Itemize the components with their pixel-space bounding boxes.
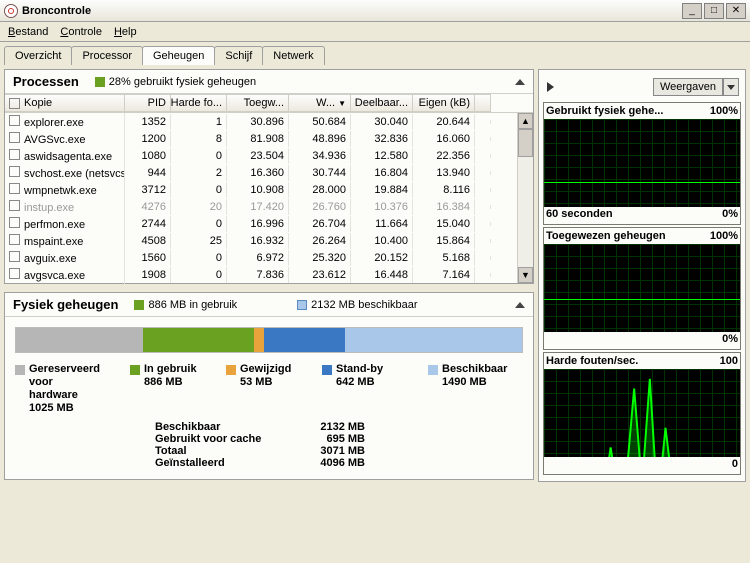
col-scroll-spacer [475,94,491,112]
close-button[interactable]: ✕ [726,3,746,19]
row-checkbox[interactable] [9,268,20,279]
views-button[interactable]: Weergaven [653,78,723,96]
table-row[interactable]: svchost.exe (netsvcs)944216.36030.74416.… [5,164,533,181]
col-kopie[interactable]: Kopie [5,94,125,112]
col-toegewezen[interactable]: Toegw... [227,94,289,112]
memory-collapse-icon[interactable] [515,302,525,308]
scroll-down-button[interactable]: ▼ [518,267,533,283]
col-deelbaar[interactable]: Deelbaar... [351,94,413,112]
col-werkset[interactable]: W... ▼ [289,94,351,112]
tab-overzicht[interactable]: Overzicht [4,46,72,65]
process-scroll[interactable]: ▲ ▼ [517,113,533,283]
menu-controle[interactable]: Controle [60,26,102,38]
menu-bar: Bestand Controle Help [0,22,750,42]
menu-bestand[interactable]: Bestand [8,26,48,38]
app-icon [4,4,18,18]
graph-physical: Gebruikt fysiek gehe...100% 60 seconden0… [543,102,741,225]
memory-usage-icon [95,77,105,87]
minimize-button[interactable]: _ [682,3,702,19]
scroll-thumb[interactable] [518,129,533,157]
memory-available: 2132 MB beschikbaar [297,299,417,311]
graph-hard-faults: Harde fouten/sec.100 0 [543,352,741,475]
row-checkbox[interactable] [9,251,20,262]
graphs-sidebar: Weergaven Gebruikt fysiek gehe...100% 60… [538,69,746,482]
table-row[interactable]: aswidsagenta.exe1080023.50434.93612.5802… [5,147,533,164]
tab-schijf[interactable]: Schijf [214,46,263,65]
views-dropdown[interactable] [723,78,739,96]
table-row[interactable]: wmpnetwk.exe3712010.90828.00019.8848.116 [5,181,533,198]
title-bar: Broncontrole _ □ ✕ [0,0,750,22]
table-row[interactable]: instup.exe42762017.42026.76010.37616.384 [5,198,533,215]
legend-inuse-swatch [130,365,140,375]
memory-title: Fysiek geheugen [13,297,118,312]
tab-netwerk[interactable]: Netwerk [262,46,324,65]
row-checkbox[interactable] [9,149,20,160]
processes-title: Processen [13,74,79,89]
memory-bar [15,327,523,353]
scroll-up-button[interactable]: ▲ [518,113,533,129]
hard-faults-svg [544,369,740,457]
legend-modified-swatch [226,365,236,375]
maximize-button[interactable]: □ [704,3,724,19]
inuse-icon [134,300,144,310]
table-row[interactable]: avgsvca.exe190807.83623.61216.4487.164 [5,266,533,283]
play-icon[interactable] [547,82,554,92]
window-title: Broncontrole [22,5,91,17]
menu-help[interactable]: Help [114,26,137,38]
table-row[interactable]: perfmon.exe2744016.99626.70411.66415.040 [5,215,533,232]
table-row[interactable]: mspaint.exe45082516.93226.26410.40015.86… [5,232,533,249]
legend-reserved-swatch [15,365,25,375]
col-pid[interactable]: PID [125,94,171,112]
row-checkbox[interactable] [9,217,20,228]
legend-standby-swatch [322,365,332,375]
process-table-header: Kopie PID Harde fo... Toegw... W... ▼ De… [5,94,533,113]
row-checkbox[interactable] [9,166,20,177]
row-checkbox[interactable] [9,183,20,194]
collapse-icon[interactable] [515,79,525,85]
process-rows: explorer.exe1352130.89650.68430.04020.64… [5,113,533,283]
col-eigen[interactable]: Eigen (kB) [413,94,475,112]
graph-committed: Toegewezen geheugen100% 0% [543,227,741,350]
table-row[interactable]: explorer.exe1352130.89650.68430.04020.64… [5,113,533,130]
legend-free-swatch [428,365,438,375]
col-harde-fouten[interactable]: Harde fo... [171,94,227,112]
tab-processor[interactable]: Processor [71,46,143,65]
memory-stats: Beschikbaar2132 MB Gebruikt voor cache69… [5,415,533,479]
tab-geheugen[interactable]: Geheugen [142,46,215,65]
table-row[interactable]: avguix.exe156006.97225.32020.1525.168 [5,249,533,266]
memory-in-use: 886 MB in gebruik [134,299,237,311]
available-icon [297,300,307,310]
row-checkbox[interactable] [9,200,20,211]
tab-bar: Overzicht Processor Geheugen Schijf Netw… [0,42,750,65]
processes-summary: 28% gebruikt fysiek geheugen [95,76,256,88]
row-checkbox[interactable] [9,115,20,126]
table-row[interactable]: AVGSvc.exe1200881.90848.89632.83616.060 [5,130,533,147]
row-checkbox[interactable] [9,234,20,245]
row-checkbox[interactable] [9,132,20,143]
memory-panel: Fysiek geheugen 886 MB in gebruik 2132 M… [4,292,534,480]
processes-panel: Processen 28% gebruikt fysiek geheugen K… [4,69,534,284]
select-all-checkbox[interactable] [9,98,20,109]
memory-legend: Gereserveerd voor hardware1025 MB In geb… [5,357,533,415]
